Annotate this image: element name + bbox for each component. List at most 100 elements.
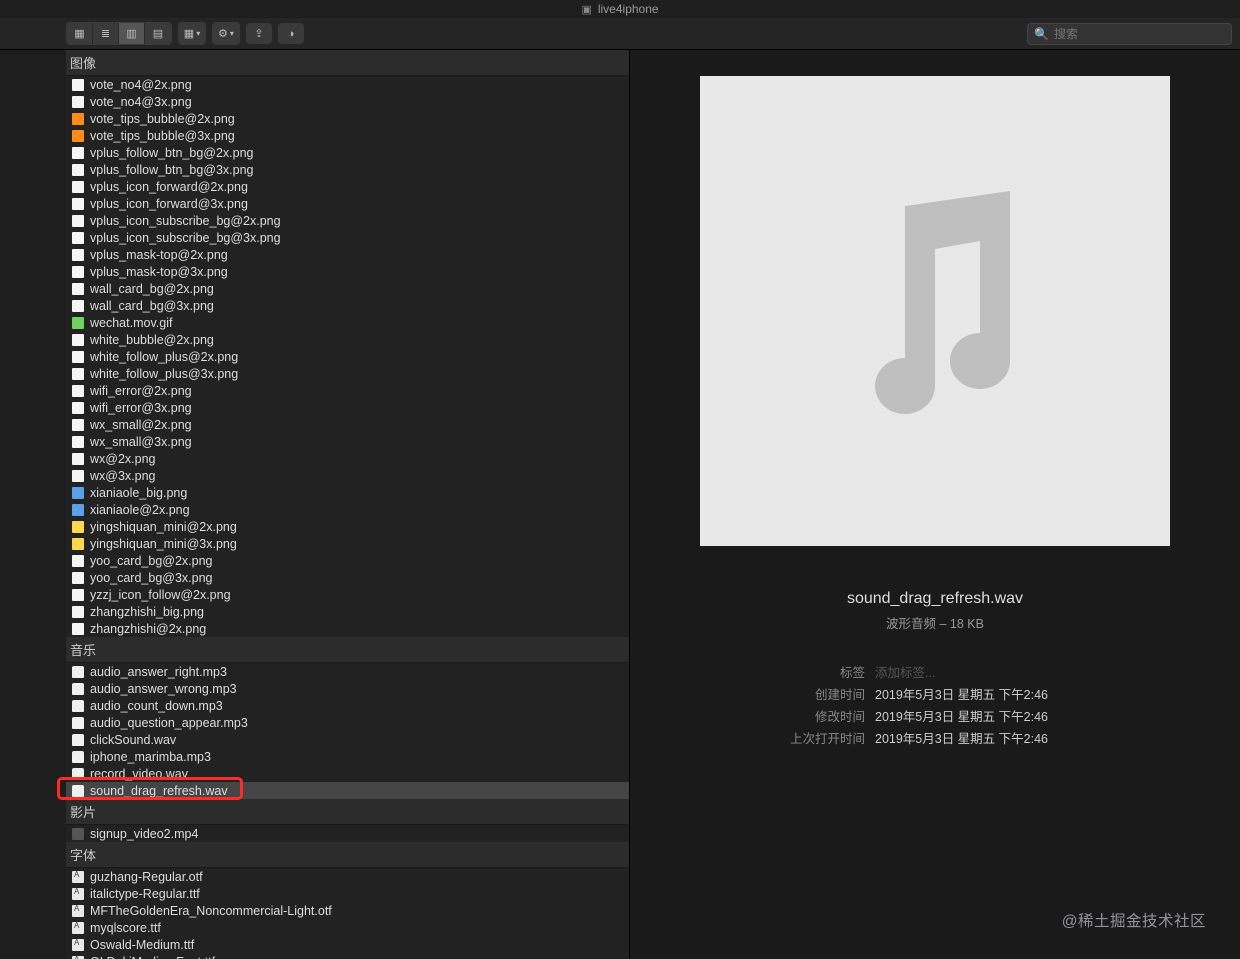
file-row[interactable]: yoo_card_bg@2x.png bbox=[66, 552, 629, 569]
file-name: Oswald-Medium.ttf bbox=[90, 938, 194, 952]
file-row[interactable]: white_follow_plus@3x.png bbox=[66, 365, 629, 382]
file-name: yzzj_icon_follow@2x.png bbox=[90, 588, 231, 602]
file-row[interactable]: yingshiquan_mini@2x.png bbox=[66, 518, 629, 535]
group-header: 字体 bbox=[66, 842, 629, 868]
file-name: audio_count_down.mp3 bbox=[90, 699, 223, 713]
file-row[interactable]: audio_answer_wrong.mp3 bbox=[66, 680, 629, 697]
file-row[interactable]: zhangzhishi_big.png bbox=[66, 603, 629, 620]
file-row[interactable]: white_bubble@2x.png bbox=[66, 331, 629, 348]
file-row[interactable]: wifi_error@2x.png bbox=[66, 382, 629, 399]
file-row[interactable]: xianiaole@2x.png bbox=[66, 501, 629, 518]
window-titlebar: ▣ live4iphone bbox=[0, 0, 1240, 18]
group-by-button[interactable]: ▦▾ bbox=[178, 22, 206, 45]
share-button[interactable]: ⇪ bbox=[246, 23, 272, 44]
file-row[interactable]: yingshiquan_mini@3x.png bbox=[66, 535, 629, 552]
file-row[interactable]: sound_drag_refresh.wav bbox=[66, 782, 629, 799]
file-row[interactable]: yzzj_icon_follow@2x.png bbox=[66, 586, 629, 603]
meta-label: 上次打开时间 bbox=[735, 728, 875, 747]
file-name: italictype-Regular.ttf bbox=[90, 887, 200, 901]
meta-value[interactable]: 添加标签... bbox=[875, 662, 1135, 681]
file-row[interactable]: Oswald-Medium.ttf bbox=[66, 936, 629, 953]
file-row[interactable]: vote_tips_bubble@3x.png bbox=[66, 127, 629, 144]
file-list-pane[interactable]: 图像vote_no4@2x.pngvote_no4@3x.pngvote_tip… bbox=[66, 50, 630, 959]
file-name: yingshiquan_mini@2x.png bbox=[90, 520, 237, 534]
file-name: wx_small@3x.png bbox=[90, 435, 192, 449]
file-row[interactable]: wx@2x.png bbox=[66, 450, 629, 467]
search-field[interactable]: 🔍 bbox=[1027, 23, 1232, 45]
file-row[interactable]: wx_small@2x.png bbox=[66, 416, 629, 433]
file-row[interactable]: wall_card_bg@3x.png bbox=[66, 297, 629, 314]
view-gallery-button[interactable]: ▤ bbox=[145, 23, 171, 44]
file-row[interactable]: wx@3x.png bbox=[66, 467, 629, 484]
file-name: xianiaole_big.png bbox=[90, 486, 187, 500]
file-row[interactable]: audio_question_appear.mp3 bbox=[66, 714, 629, 731]
file-row[interactable]: vote_no4@3x.png bbox=[66, 93, 629, 110]
file-row[interactable]: vplus_follow_btn_bg@3x.png bbox=[66, 161, 629, 178]
preview-thumbnail bbox=[700, 76, 1170, 546]
file-icon bbox=[72, 504, 84, 516]
file-row[interactable]: wifi_error@3x.png bbox=[66, 399, 629, 416]
file-row[interactable]: QLDokiMediumFont.ttf bbox=[66, 953, 629, 959]
file-row[interactable]: record_video.wav bbox=[66, 765, 629, 782]
file-row[interactable]: yoo_card_bg@3x.png bbox=[66, 569, 629, 586]
view-mode-segment[interactable]: ▦ ≣ ▥ ▤ bbox=[66, 22, 172, 45]
file-icon bbox=[72, 283, 84, 295]
view-icon-button[interactable]: ▦ bbox=[67, 23, 93, 44]
file-icon bbox=[72, 922, 84, 934]
tag-button[interactable]: ◑ bbox=[278, 23, 304, 44]
file-icon bbox=[72, 538, 84, 550]
file-row[interactable]: vote_tips_bubble@2x.png bbox=[66, 110, 629, 127]
file-icon bbox=[72, 334, 84, 346]
preview-subtitle: 波形音频 – 18 KB bbox=[886, 613, 984, 632]
view-column-button[interactable]: ▥ bbox=[119, 23, 145, 44]
file-name: wifi_error@3x.png bbox=[90, 401, 192, 415]
file-icon bbox=[72, 300, 84, 312]
file-row[interactable]: vplus_mask-top@3x.png bbox=[66, 263, 629, 280]
file-row[interactable]: wx_small@3x.png bbox=[66, 433, 629, 450]
file-icon bbox=[72, 939, 84, 951]
file-name: zhangzhishi@2x.png bbox=[90, 622, 206, 636]
file-row[interactable]: vplus_follow_btn_bg@2x.png bbox=[66, 144, 629, 161]
action-menu-button[interactable]: ⚙▾ bbox=[212, 22, 240, 45]
file-row[interactable]: white_follow_plus@2x.png bbox=[66, 348, 629, 365]
file-name: myqlscore.ttf bbox=[90, 921, 161, 935]
file-row[interactable]: vplus_icon_subscribe_bg@2x.png bbox=[66, 212, 629, 229]
meta-label: 修改时间 bbox=[735, 706, 875, 725]
file-row[interactable]: clickSound.wav bbox=[66, 731, 629, 748]
file-row[interactable]: vplus_icon_subscribe_bg@3x.png bbox=[66, 229, 629, 246]
file-name: vplus_mask-top@2x.png bbox=[90, 248, 228, 262]
music-note-icon bbox=[840, 191, 1030, 431]
file-name: vplus_icon_subscribe_bg@2x.png bbox=[90, 214, 281, 228]
file-name: signup_video2.mp4 bbox=[90, 827, 198, 841]
file-row[interactable]: xianiaole_big.png bbox=[66, 484, 629, 501]
file-icon bbox=[72, 606, 84, 618]
file-row[interactable]: vplus_icon_forward@3x.png bbox=[66, 195, 629, 212]
file-icon bbox=[72, 717, 84, 729]
file-icon bbox=[72, 113, 84, 125]
file-row[interactable]: audio_count_down.mp3 bbox=[66, 697, 629, 714]
file-icon bbox=[72, 521, 84, 533]
file-name: wifi_error@2x.png bbox=[90, 384, 192, 398]
search-input[interactable] bbox=[1027, 23, 1232, 45]
file-row[interactable]: iphone_marimba.mp3 bbox=[66, 748, 629, 765]
file-row[interactable]: signup_video2.mp4 bbox=[66, 825, 629, 842]
file-icon bbox=[72, 453, 84, 465]
file-name: vote_tips_bubble@3x.png bbox=[90, 129, 235, 143]
file-row[interactable]: wechat.mov.gif bbox=[66, 314, 629, 331]
file-row[interactable]: vote_no4@2x.png bbox=[66, 76, 629, 93]
preview-pane: sound_drag_refresh.wav 波形音频 – 18 KB 标签添加… bbox=[630, 50, 1240, 959]
file-name: guzhang-Regular.otf bbox=[90, 870, 203, 884]
file-row[interactable]: audio_answer_right.mp3 bbox=[66, 663, 629, 680]
view-list-button[interactable]: ≣ bbox=[93, 23, 119, 44]
file-icon bbox=[72, 683, 84, 695]
file-name: MFTheGoldenEra_Noncommercial-Light.otf bbox=[90, 904, 332, 918]
file-row[interactable]: myqlscore.ttf bbox=[66, 919, 629, 936]
file-row[interactable]: vplus_mask-top@2x.png bbox=[66, 246, 629, 263]
file-row[interactable]: wall_card_bg@2x.png bbox=[66, 280, 629, 297]
file-row[interactable]: MFTheGoldenEra_Noncommercial-Light.otf bbox=[66, 902, 629, 919]
file-row[interactable]: italictype-Regular.ttf bbox=[66, 885, 629, 902]
file-row[interactable]: zhangzhishi@2x.png bbox=[66, 620, 629, 637]
file-row[interactable]: vplus_icon_forward@2x.png bbox=[66, 178, 629, 195]
file-name: audio_answer_wrong.mp3 bbox=[90, 682, 237, 696]
file-row[interactable]: guzhang-Regular.otf bbox=[66, 868, 629, 885]
